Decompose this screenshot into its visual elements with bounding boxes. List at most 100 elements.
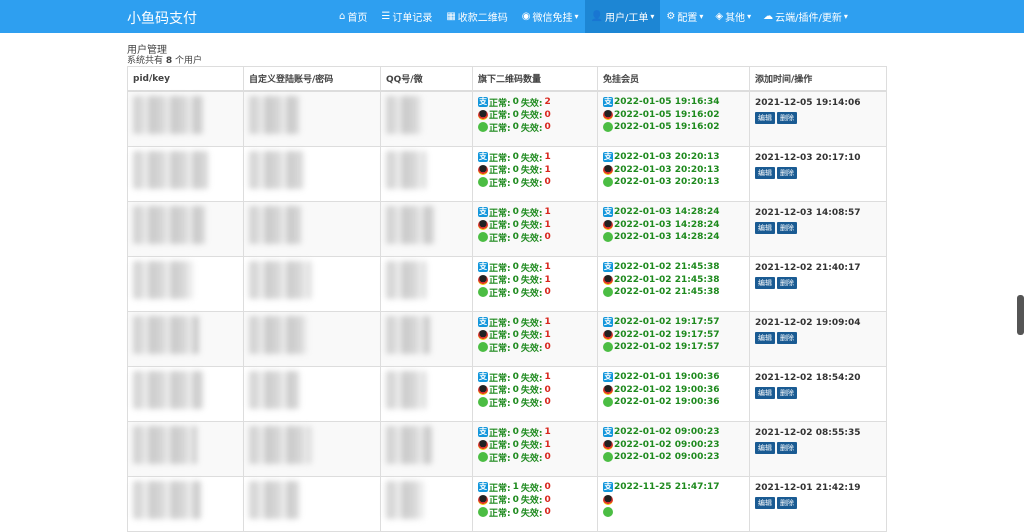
ok-label: 正常: [489, 123, 511, 134]
alipay-icon: 支 [603, 262, 613, 273]
cell-qq [380, 476, 473, 532]
delete-button[interactable]: 删除 [777, 332, 797, 344]
redacted-text [386, 206, 434, 244]
fail-label: 失效: [520, 153, 543, 164]
ok-label: 正常: [489, 386, 511, 397]
wechat-icon [603, 177, 613, 188]
vip-expiry-date: 2022-01-05 19:16:02 [614, 109, 720, 120]
delete-button[interactable]: 删除 [777, 112, 797, 124]
vip-expiry-date: 2022-01-02 21:45:38 [614, 287, 720, 298]
fail-label: 失效: [520, 496, 543, 507]
delete-button[interactable]: 删除 [777, 167, 797, 179]
vip-expiry-date: 2022-01-03 20:20:13 [614, 164, 720, 175]
nav-other-label: 其他 [725, 13, 746, 24]
cell-qq [380, 366, 473, 422]
ok-count: 0 [512, 439, 519, 450]
delete-button[interactable]: 删除 [777, 442, 797, 454]
nav-wechat[interactable]: ◉ 微信免挂 ▾ [516, 0, 585, 33]
fail-count: 1 [544, 329, 551, 340]
vip-expiry-date: 2022-01-02 09:00:23 [614, 452, 720, 463]
nav-cloud-icon: ☁ [763, 11, 774, 22]
edit-button[interactable]: 编辑 [755, 497, 775, 509]
vip-expiry-date: 2022-11-25 21:47:17 [614, 482, 720, 493]
ok-count: 0 [512, 384, 519, 395]
vip-expiry-date: 2022-01-03 20:20:13 [614, 177, 720, 188]
ok-label: 正常: [489, 441, 511, 452]
ok-label: 正常: [489, 178, 511, 189]
vip-expiry-line: 2022-01-03 14:28:24 [603, 219, 744, 232]
fail-count: 0 [544, 482, 551, 493]
vip-expiry-line: 2022-01-02 19:00:36 [603, 384, 744, 397]
ok-label: 正常: [489, 233, 511, 244]
nav-other[interactable]: ◈ 其他 ▾ [709, 0, 757, 33]
alipay-icon: 支 [478, 262, 488, 273]
nav-users[interactable]: 👤 用户/工单 ▾ [584, 0, 661, 33]
alipay-icon: 支 [603, 482, 613, 493]
qr-count-line: 支正常: 0 失效: 1 [478, 371, 592, 384]
ok-count: 0 [512, 494, 519, 505]
nav-home[interactable]: ⌂ 首页 [333, 0, 375, 33]
cell-login [243, 256, 381, 312]
cell-pid [127, 421, 244, 477]
vip-expiry-date: 2022-01-03 14:28:24 [614, 219, 720, 230]
table-row: 支正常: 0 失效: 1 正常: 0 失效: 1 正常: 0 失效: 0 支 2022-01-02 21:… [127, 256, 887, 312]
vip-expiry-line: 支 2022-01-02 19:17:57 [603, 316, 744, 329]
qr-count-line: 支正常: 0 失效: 1 [478, 151, 592, 164]
nav-orders[interactable]: ☰ 订单记录 [375, 0, 440, 33]
table-body: 支正常: 0 失效: 2 正常: 0 失效: 0 正常: 0 失效: 0 支 2022-01-05 19:… [127, 90, 887, 532]
cell-added: 2021-12-03 14:08:57 编辑 删除 [749, 201, 887, 257]
redacted-text [133, 371, 203, 409]
edit-button[interactable]: 编辑 [755, 222, 775, 234]
qq-icon [478, 329, 488, 340]
scrollbar-thumb[interactable] [1017, 295, 1024, 335]
nav-cloud[interactable]: ☁ 云端/插件/更新 ▾ [757, 0, 854, 33]
redacted-text [386, 426, 432, 464]
qr-count-line: 正常: 0 失效: 0 [478, 451, 592, 464]
fail-label: 失效: [520, 288, 543, 299]
edit-button[interactable]: 编辑 [755, 442, 775, 454]
cell-pid [127, 366, 244, 422]
nav-config-icon: ⚙ [666, 11, 676, 22]
qq-icon [478, 109, 488, 120]
vip-expiry-line: 2022-01-02 09:00:23 [603, 439, 744, 452]
redacted-text [386, 261, 426, 299]
delete-button[interactable]: 删除 [777, 222, 797, 234]
fail-label: 失效: [520, 398, 543, 409]
brand-logo-text[interactable]: 小鱼码支付 [127, 8, 197, 28]
cell-login [243, 421, 381, 477]
edit-button[interactable]: 编辑 [755, 387, 775, 399]
fail-count: 1 [544, 152, 551, 163]
fail-label: 失效: [520, 343, 543, 354]
ok-label: 正常: [489, 453, 511, 464]
vip-expiry-line: 2022-01-02 19:17:57 [603, 329, 744, 342]
cell-vip: 支 2022-01-03 14:28:24 2022-01-03 14:28:24 2… [597, 201, 750, 257]
edit-button[interactable]: 编辑 [755, 277, 775, 289]
alipay-icon: 支 [603, 317, 613, 328]
nav-home-label: 首页 [347, 13, 368, 24]
ok-label: 正常: [489, 398, 511, 409]
ok-label: 正常: [489, 221, 511, 232]
qr-count-line: 正常: 0 失效: 0 [478, 396, 592, 409]
qr-count-line: 正常: 0 失效: 1 [478, 164, 592, 176]
fail-count: 1 [544, 164, 551, 175]
cell-login [243, 311, 381, 367]
cell-qq [380, 201, 473, 257]
chevron-down-icon: ▾ [699, 12, 704, 21]
fail-count: 0 [544, 287, 551, 298]
delete-button[interactable]: 删除 [777, 277, 797, 289]
delete-button[interactable]: 删除 [777, 387, 797, 399]
edit-button[interactable]: 编辑 [755, 332, 775, 344]
ok-count: 1 [512, 482, 519, 493]
nav-qrcode[interactable]: ▦ 收款二维码 [440, 0, 515, 33]
qr-count-line: 正常: 0 失效: 0 [478, 494, 592, 507]
edit-button[interactable]: 编辑 [755, 112, 775, 124]
qr-count-line: 支正常: 0 失效: 1 [478, 261, 592, 274]
edit-button[interactable]: 编辑 [755, 167, 775, 179]
cell-login [243, 366, 381, 422]
delete-button[interactable]: 删除 [777, 497, 797, 509]
cell-vip: 支 2022-01-02 21:45:38 2022-01-02 21:45:38 2… [597, 256, 750, 312]
nav-config[interactable]: ⚙ 配置 ▾ [660, 0, 709, 33]
main-nav: ⌂ 首页 ☰ 订单记录 ▦ 收款二维码 ◉ 微信免挂 ▾ 👤 用户/工单 ▾ ⚙ 配置 ▾ ◈ 其他 ▾ ☁ 云端/插… [333, 0, 854, 33]
table-row: 支正常: 0 失效: 2 正常: 0 失效: 0 正常: 0 失效: 0 支 2022-01-05 19:… [127, 90, 887, 147]
cell-pid [127, 256, 244, 312]
